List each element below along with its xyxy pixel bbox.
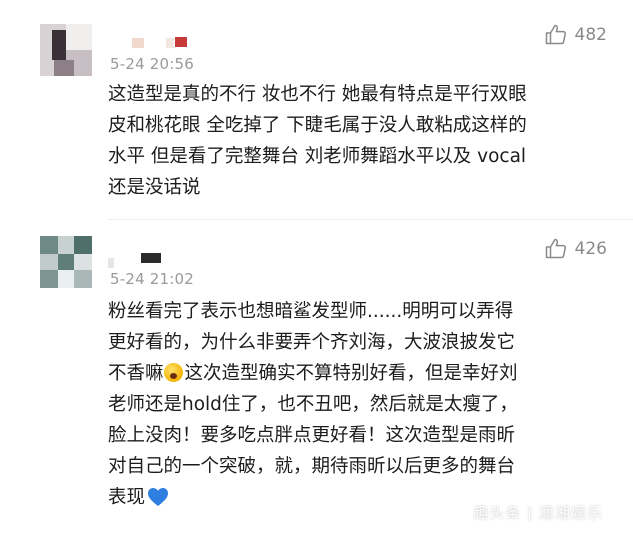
comment-text: 这造型是真的不行 妆也不行 她最有特点是平行双眼 皮和桃花眼 全吃掉了 下睫毛属… [108, 84, 527, 198]
watermark: 趣头条 | 潇湘娱乐 [473, 504, 603, 522]
comment-item-1: 5-24 20:56 482 这造型是真的不行 妆也不行 她最有特点是平行双眼 … [0, 0, 633, 220]
comment-timestamp: 5-24 20:56 [110, 55, 195, 73]
like-button[interactable]: 426 [545, 238, 607, 259]
avatar[interactable] [40, 24, 92, 76]
comment-item-2: 5-24 21:02 426 粉丝看完了表示也想暗鲨发型师......明明可以弄… [0, 220, 633, 541]
comment-timestamp: 5-24 21:02 [110, 270, 195, 288]
thumbs-up-icon [545, 24, 567, 45]
thumbs-up-icon [545, 238, 567, 259]
like-count: 482 [574, 24, 607, 45]
blue-heart-icon [147, 486, 169, 517]
like-button[interactable]: 482 [545, 24, 607, 45]
like-count: 426 [574, 238, 607, 259]
comment-text: 粉丝看完了表示也想暗鲨发型师......明明可以弄得 更好看的，为什么非要弄个齐… [108, 296, 618, 517]
face-screaming-icon [163, 363, 183, 382]
avatar[interactable] [40, 236, 92, 288]
